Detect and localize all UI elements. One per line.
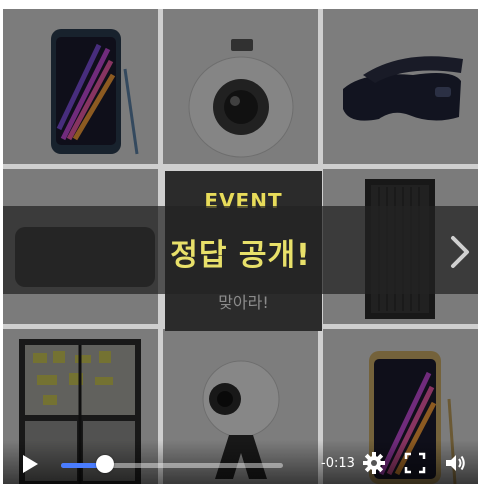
settings-gear-icon[interactable] (362, 451, 386, 475)
volume-icon[interactable] (443, 451, 467, 475)
next-arrow-icon[interactable] (445, 232, 473, 272)
product-tile-gear360 (163, 9, 318, 164)
remaining-time: -0:13 (321, 456, 355, 471)
video-player[interactable]: EVENT 맞아라! 정답 공개! -0:13 (0, 0, 482, 487)
progress-scrubber-knob[interactable] (96, 455, 115, 473)
answer-reveal-text: 정답 공개! (170, 238, 311, 273)
progress-track[interactable] (61, 463, 283, 468)
fullscreen-icon[interactable] (403, 451, 427, 475)
product-tile-gearvr (323, 9, 478, 164)
play-icon[interactable] (21, 454, 39, 474)
product-tile-phone-blue (3, 9, 158, 164)
video-control-bar: -0:13 (3, 440, 478, 484)
answer-banner: 정답 공개! (3, 206, 478, 294)
